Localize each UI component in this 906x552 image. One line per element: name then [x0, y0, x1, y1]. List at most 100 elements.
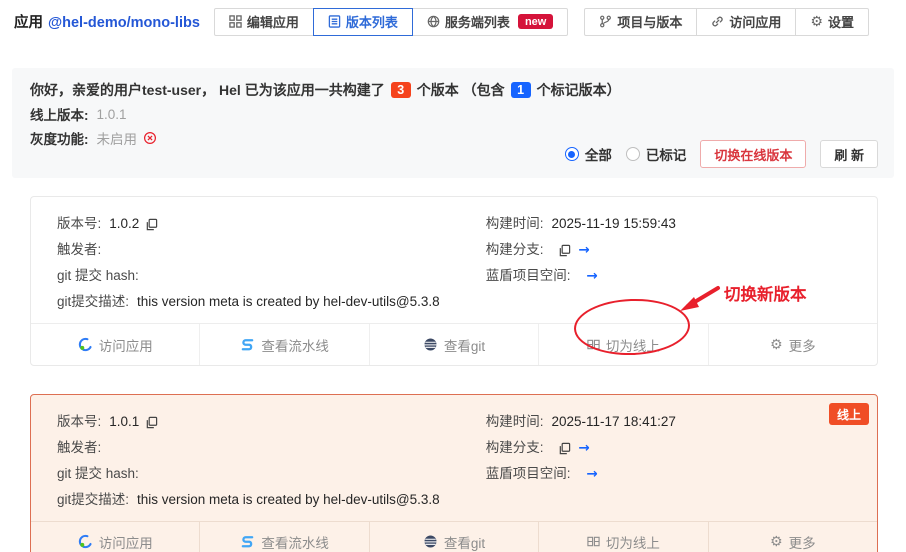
gray-feature-label: 灰度功能: [30, 132, 89, 147]
top-nav: 应用 @hel-demo/mono-libs 编辑应用 版本列表 服务端列表 ne… [0, 0, 906, 36]
action-view-git[interactable]: 查看git [370, 324, 540, 365]
radio-all-control[interactable] [564, 147, 579, 161]
copy-icon[interactable] [558, 442, 571, 455]
copy-icon[interactable] [558, 244, 571, 257]
action-more[interactable]: ⚙ 更多 [709, 324, 877, 365]
refresh-button[interactable]: 刷 新 [820, 140, 878, 168]
browser-icon [78, 337, 93, 352]
branch-link-arrow-icon[interactable]: → [579, 237, 590, 263]
disabled-circle-x-icon [143, 131, 157, 145]
app-label: 应用 [14, 15, 43, 31]
card-left-column: 版本号: 1.0.2 触发者: git 提交 hash: git提交描述: this… [57, 211, 486, 315]
tab-version-list[interactable]: 版本列表 [312, 7, 413, 36]
action-more[interactable]: ⚙ 更多 [709, 522, 877, 552]
gear-icon: ⚙ [810, 13, 823, 30]
action-label: 查看git [443, 535, 486, 551]
online-version-value: 1.0.1 [96, 106, 127, 122]
branch-link-arrow-icon[interactable]: → [579, 435, 590, 461]
git-icon [423, 337, 438, 352]
online-status-badge: 线上 [828, 403, 869, 425]
action-view-pipeline[interactable]: 查看流水线 [200, 324, 370, 365]
pipeline-icon [240, 337, 255, 352]
action-switch-online[interactable]: 切为线上 [539, 324, 709, 365]
build-time-value: 2025-11-17 18:41:27 [551, 414, 676, 429]
greeting-prefix: 你好，亲爱的用户test-user， Hel 已为该应用一共构建了 [30, 82, 385, 98]
build-branch-label: 构建分支: [485, 242, 544, 257]
copy-icon[interactable] [145, 218, 158, 231]
action-label: 查看git [443, 338, 486, 354]
blueshield-link-arrow-icon[interactable]: → [587, 461, 598, 487]
tab-label: 版本列表 [345, 15, 398, 30]
action-view-git[interactable]: 查看git [370, 522, 540, 552]
trigger-label: 触发者: [57, 242, 102, 257]
greeting-mid: 个版本 （包含 [416, 82, 505, 98]
gear-icon: ⚙ [770, 336, 783, 353]
tab-label: 服务端列表 [444, 15, 510, 30]
switch-online-version-button[interactable]: 切换在线版本 [700, 140, 807, 168]
card-right-column: 构建时间: 2025-11-19 15:59:43 构建分支: → 蓝盾项目空间:… [486, 211, 851, 315]
tab-label: 项目与版本 [617, 15, 683, 30]
tab-label: 访问应用 [729, 15, 782, 30]
action-view-pipeline[interactable]: 查看流水线 [200, 522, 370, 552]
tab-edit-app[interactable]: 编辑应用 [213, 7, 314, 36]
action-label: 切为线上 [605, 338, 660, 354]
copy-icon[interactable] [145, 416, 158, 429]
tagged-count-badge: 1 [510, 82, 531, 98]
action-label: 更多 [788, 338, 816, 354]
radio-tagged-label: 已标记 [645, 148, 687, 163]
action-visit-app[interactable]: 访问应用 [31, 324, 201, 365]
tab-server-list[interactable]: 服务端列表 new [411, 7, 569, 36]
greeting-line: 你好，亲爱的用户test-user， Hel 已为该应用一共构建了 3 个版本 … [30, 80, 876, 100]
blueshield-link-arrow-icon[interactable]: → [587, 263, 598, 289]
action-label: 更多 [788, 535, 816, 551]
notice-panel: 你好，亲爱的用户test-user， Hel 已为该应用一共构建了 3 个版本 … [12, 68, 894, 178]
build-time-label: 构建时间: [485, 414, 544, 429]
online-version-label: 线上版本: [30, 108, 89, 123]
git-hash-label: git 提交 hash: [57, 268, 139, 283]
greeting-suffix: 个标记版本） [536, 82, 621, 98]
version-card-1.0.1: 线上 版本号: 1.0.1 触发者: git 提交 hash: git提交描述: t… [30, 394, 878, 552]
link-icon [711, 15, 724, 28]
version-value: 1.0.1 [109, 414, 140, 429]
card-actions: 访问应用 查看流水线 查看git 切为线上 ⚙ 更多 [31, 521, 877, 552]
tab-label: 设置 [827, 15, 854, 30]
radio-all-label: 全部 [584, 148, 612, 163]
action-label: 查看流水线 [261, 338, 329, 354]
nav-group-right: 项目与版本 访问应用 ⚙ 设置 [584, 7, 869, 36]
card-body: 版本号: 1.0.1 触发者: git 提交 hash: git提交描述: this… [31, 395, 877, 521]
version-card-1.0.2: 版本号: 1.0.2 触发者: git 提交 hash: git提交描述: this… [30, 196, 878, 366]
version-label: 版本号: [57, 216, 102, 231]
app-title: 应用 @hel-demo/mono-libs [14, 11, 200, 32]
version-value: 1.0.2 [109, 216, 140, 231]
build-branch-label: 构建分支: [485, 440, 544, 455]
git-desc-label: git提交描述: [57, 294, 130, 309]
radio-tagged-control[interactable] [625, 147, 640, 161]
blueshield-label: 蓝盾项目空间: [485, 466, 571, 481]
radio-all[interactable]: 全部 [564, 144, 612, 164]
grid-icon [229, 15, 242, 28]
nav-group-left: 编辑应用 版本列表 服务端列表 new [213, 7, 569, 36]
trigger-label: 触发者: [57, 440, 102, 455]
action-label: 切为线上 [605, 535, 660, 551]
action-visit-app[interactable]: 访问应用 [31, 522, 201, 552]
action-switch-online[interactable]: 切为线上 [539, 522, 709, 552]
tab-projects-versions[interactable]: 项目与版本 [584, 7, 698, 36]
git-desc-value: this version meta is created by hel-dev-… [137, 294, 440, 309]
total-count-badge: 3 [390, 82, 411, 98]
radio-tagged[interactable]: 已标记 [625, 144, 687, 164]
card-right-column: 构建时间: 2025-11-17 18:41:27 构建分支: → 蓝盾项目空间:… [486, 409, 851, 513]
swap-grid-icon [587, 338, 600, 351]
git-icon [423, 534, 438, 549]
card-actions: 访问应用 查看流水线 查看git 切为线上 ⚙ 更多 [31, 323, 877, 365]
new-badge: new [517, 14, 554, 29]
gear-icon: ⚙ [770, 533, 783, 550]
tab-settings[interactable]: ⚙ 设置 [795, 7, 869, 36]
git-desc-label: git提交描述: [57, 492, 130, 507]
tab-visit-app[interactable]: 访问应用 [696, 7, 797, 36]
git-hash-label: git 提交 hash: [57, 466, 139, 481]
action-label: 查看流水线 [261, 535, 329, 551]
action-label: 访问应用 [98, 338, 153, 354]
online-version-line: 线上版本: 1.0.1 [30, 104, 876, 124]
browser-icon [78, 534, 93, 549]
app-name: @hel-demo/mono-libs [48, 15, 200, 31]
